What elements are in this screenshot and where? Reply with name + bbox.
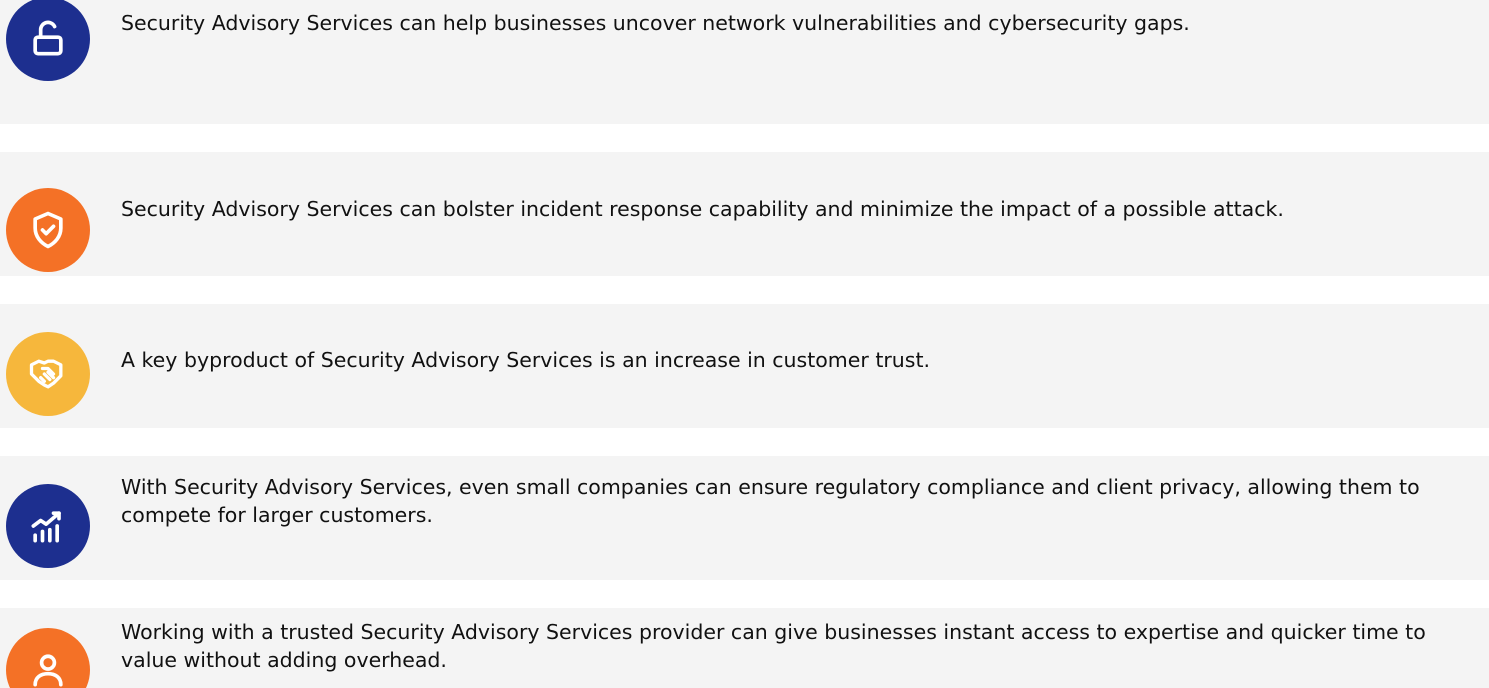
list-item: Working with a trusted Security Advisory… bbox=[0, 608, 1489, 688]
item-text: A key byproduct of Security Advisory Ser… bbox=[121, 348, 931, 372]
unlock-icon bbox=[33, 20, 63, 56]
list-item: Security Advisory Services can help busi… bbox=[0, 0, 1489, 124]
shield-check-icon bbox=[33, 211, 63, 249]
benefits-list: Security Advisory Services can help busi… bbox=[0, 0, 1489, 688]
unlock-badge bbox=[6, 0, 90, 81]
list-item: Security Advisory Services can bolster i… bbox=[0, 152, 1489, 276]
handshake-badge bbox=[6, 332, 90, 416]
growth-chart-icon bbox=[31, 511, 61, 543]
user-badge bbox=[6, 628, 90, 688]
item-text: Working with a trusted Security Advisory… bbox=[121, 620, 1426, 672]
item-text: Security Advisory Services can bolster i… bbox=[121, 197, 1284, 221]
list-item: A key byproduct of Security Advisory Ser… bbox=[0, 304, 1489, 428]
item-text: With Security Advisory Services, even sm… bbox=[121, 475, 1420, 527]
shield-badge bbox=[6, 188, 90, 272]
item-text: Security Advisory Services can help busi… bbox=[121, 11, 1190, 35]
handshake-icon bbox=[29, 359, 63, 389]
growth-badge bbox=[6, 484, 90, 568]
list-item: With Security Advisory Services, even sm… bbox=[0, 456, 1489, 580]
user-icon bbox=[33, 654, 63, 687]
